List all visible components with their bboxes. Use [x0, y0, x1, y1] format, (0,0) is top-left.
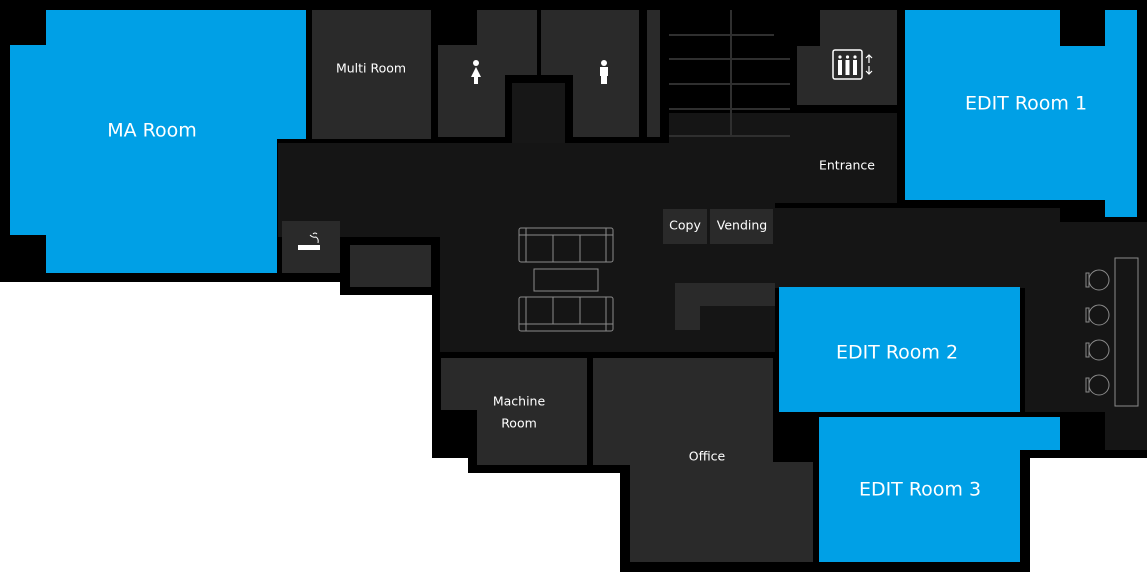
edit-room-2-label: EDIT Room 2: [836, 342, 958, 364]
vending-label: Vending: [717, 218, 767, 233]
floor-plan: MA Room Multi Room Entrance Copy Vending…: [0, 0, 1147, 572]
edit-room-1-label: EDIT Room 1: [965, 93, 1087, 115]
vending-area[interactable]: Vending: [710, 209, 773, 244]
edit-room-3-label: EDIT Room 3: [859, 479, 981, 501]
copy-area[interactable]: Copy: [663, 209, 707, 244]
multi-room-label: Multi Room: [336, 61, 406, 76]
ma-room-label: MA Room: [107, 120, 197, 142]
copy-label: Copy: [669, 218, 701, 233]
machine-room-label-line1: Machine: [493, 394, 546, 409]
shaft: [647, 10, 660, 137]
mens-restroom-icon: [600, 60, 608, 84]
entrance-label: Entrance: [819, 158, 875, 173]
machine-room-label-line2: Room: [501, 416, 537, 431]
smoking-area[interactable]: [282, 221, 340, 273]
multi-room[interactable]: Multi Room: [312, 10, 431, 139]
office-label: Office: [689, 449, 726, 464]
storage-room: [350, 245, 431, 287]
edit-room-2[interactable]: EDIT Room 2: [779, 287, 1020, 412]
ma-room[interactable]: MA Room: [10, 10, 306, 273]
